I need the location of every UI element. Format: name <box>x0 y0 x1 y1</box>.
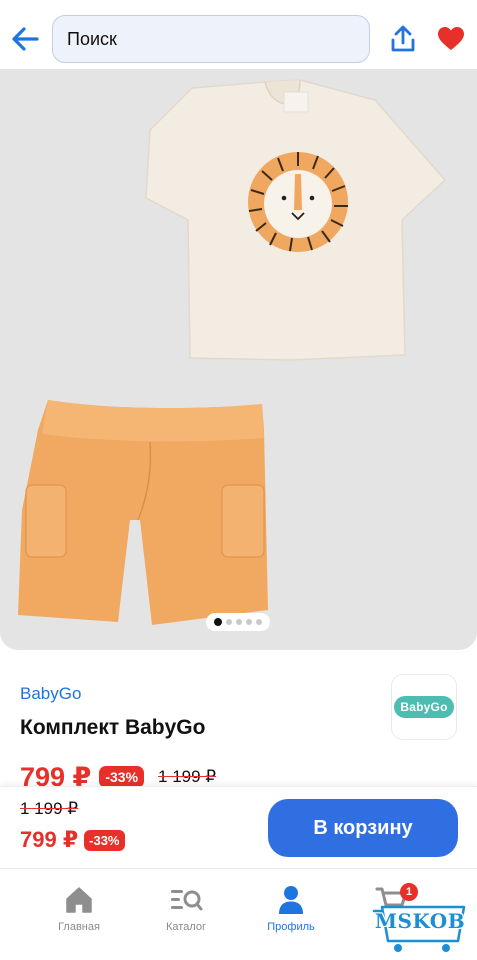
gallery-dot[interactable] <box>256 619 262 625</box>
nav-profile[interactable]: Профиль <box>251 883 331 943</box>
product-photo <box>18 79 447 625</box>
search-box[interactable] <box>52 15 370 63</box>
gallery-pagination <box>206 613 270 631</box>
old-price: 1 199 ₽ <box>158 767 217 786</box>
search-input[interactable] <box>67 28 357 50</box>
catalog-icon <box>171 890 203 911</box>
buy-bar-discount-badge: -33% <box>84 829 125 851</box>
nav-catalog[interactable]: Каталог <box>146 883 226 943</box>
brand-link[interactable]: BabyGo <box>20 684 81 704</box>
home-icon <box>66 887 92 913</box>
arrow-left-icon <box>12 27 39 51</box>
watermark-logo: MSKOB <box>368 895 472 955</box>
heart-icon <box>438 27 464 50</box>
profile-icon <box>279 886 303 914</box>
product-gallery[interactable] <box>0 70 477 650</box>
buy-bar-old-price: 1 199 ₽ <box>20 799 79 818</box>
gallery-dot[interactable] <box>236 619 242 625</box>
gallery-dot[interactable] <box>246 619 252 625</box>
gallery-dot[interactable] <box>214 618 222 626</box>
brand-logo[interactable]: BabyGo <box>391 674 457 740</box>
top-bar <box>0 0 477 70</box>
buy-bar: 1 199 ₽ 799 ₽ -33% В корзину <box>0 786 477 868</box>
shorts-image <box>18 400 268 625</box>
nav-catalog-label: Каталог <box>166 921 206 933</box>
nav-home[interactable]: Главная <box>39 883 119 943</box>
share-icon <box>391 25 415 52</box>
tshirt-image <box>145 79 447 361</box>
brand-logo-text: BabyGo <box>394 696 454 718</box>
nav-profile-label: Профиль <box>267 921 315 933</box>
nav-home-label: Главная <box>58 921 100 933</box>
favorite-button[interactable] <box>436 25 466 53</box>
product-title: Комплект BabyGo <box>20 716 206 739</box>
watermark-text: MSKOB <box>374 909 466 933</box>
share-button[interactable] <box>388 23 418 55</box>
back-button[interactable] <box>10 22 40 56</box>
buy-bar-price: 799 ₽ <box>20 827 79 852</box>
buy-bar-price-row: 799 ₽ -33% <box>20 827 125 853</box>
gallery-dot[interactable] <box>226 619 232 625</box>
add-to-cart-button[interactable]: В корзину <box>268 799 458 857</box>
discount-badge: -33% <box>99 766 145 788</box>
